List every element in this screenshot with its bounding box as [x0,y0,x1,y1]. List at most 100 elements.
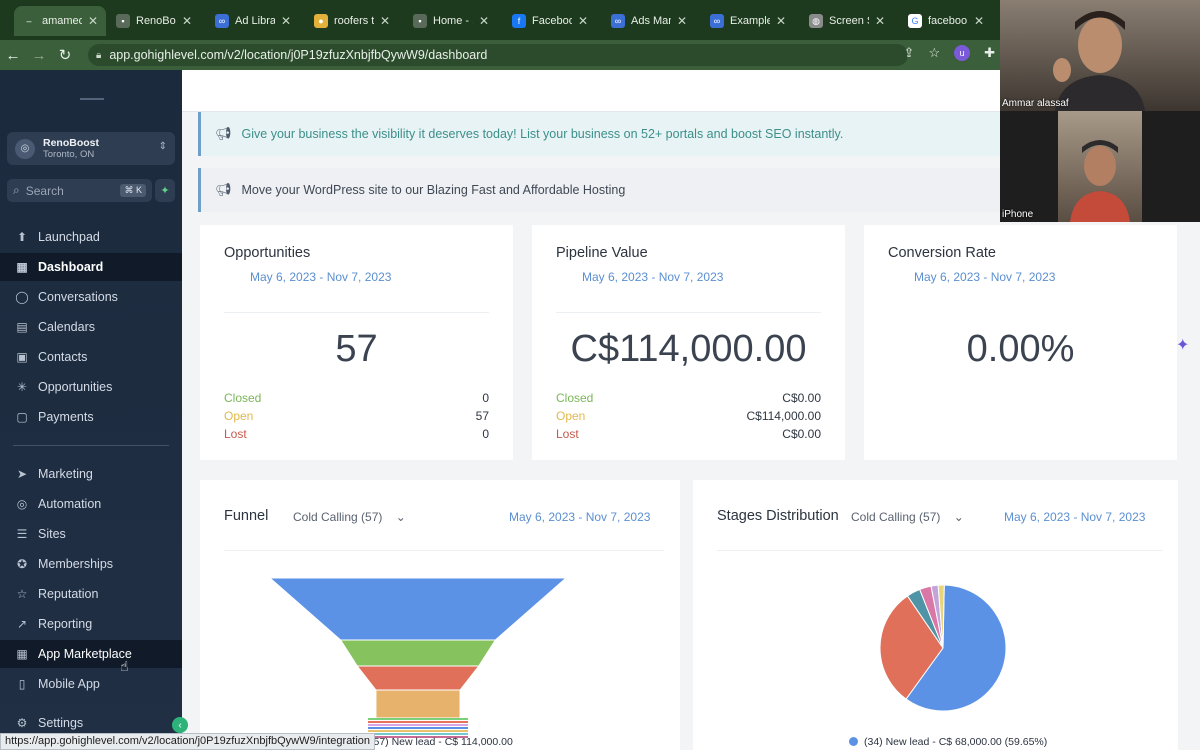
browser-tab[interactable]: ▪ Home - 1 ✕ [405,6,497,36]
puzzle-icon[interactable]: ✚ [984,45,995,61]
browser-tab-title: Ads Mana [631,15,671,27]
grid-icon: ▦ [16,260,28,274]
browser-tab-title: RenoBoo [136,15,176,27]
browser-tab[interactable]: ● roofers t ✕ [306,6,398,36]
sidebar-item-sites[interactable]: ☰ Sites [0,520,182,548]
sidebar-item-reporting[interactable]: ↗ Reporting [0,610,182,638]
extension-icon[interactable]: u [954,45,971,61]
video-frame [1058,111,1142,222]
receipt-icon: ▢ [16,410,28,424]
browser-tab[interactable]: Gfaceboo ✕ [900,6,992,36]
close-tab-icon[interactable]: ✕ [677,14,687,28]
quick-action-bolt-icon[interactable]: ✦ [155,179,175,202]
sidebar-item-automation[interactable]: ◎ Automation [0,490,182,518]
stat-value: 0 [482,391,489,405]
loading-icon: – [22,14,36,28]
card-divider [717,550,1162,551]
funnel-date-range[interactable]: May 6, 2023 - Nov 7, 2023 [509,510,650,524]
sidebar-item-launchpad[interactable]: ⬆ Launchpad [0,223,182,251]
sidebar-item-contacts[interactable]: ▣ Contacts [0,343,182,371]
sidebar-item-app-marketplace[interactable]: ▦ App Marketplace [0,640,182,668]
funnel-stage[interactable] [368,727,468,729]
pipeline-value-card: Pipeline Value May 6, 2023 - Nov 7, 2023… [532,225,845,460]
browser-tab[interactable]: – amamed ✕ [14,6,106,36]
sidebar-item-dashboard[interactable]: ▦ Dashboard [0,253,182,281]
bookmark-star-icon[interactable]: ☆ [928,45,940,61]
sidebar-item-payments[interactable]: ▢ Payments [0,403,182,431]
pipeline-dropdown[interactable]: Cold Calling (57) ⌄ [851,510,964,524]
stat-label: Lost [224,427,247,441]
conversion-rate-card: Conversion Rate May 6, 2023 - Nov 7, 202… [864,225,1177,460]
funnel-stage[interactable] [356,665,480,691]
browser-tab[interactable]: ∞ Ad Librar ✕ [207,6,299,36]
close-tab-icon[interactable]: ✕ [380,14,390,28]
sidebar-item-conversations[interactable]: ◯ Conversations [0,283,182,311]
search-input[interactable]: ⌕ Search ⌘ K [7,179,152,202]
funnel-stage[interactable] [368,730,468,732]
date-range[interactable]: May 6, 2023 - Nov 7, 2023 [250,270,391,284]
location-pin-icon: ◎ [15,138,35,159]
browser-tab[interactable]: ▪ RenoBoo ✕ [108,6,200,36]
funnel-stage[interactable] [368,733,468,735]
url-input[interactable]: 🔒︎ app.gohighlevel.com/v2/location/j0P19… [88,44,908,66]
sidebar-item-mobile-app[interactable]: ▯ Mobile App [0,670,182,698]
search-icon: ⌕ [13,183,20,197]
funnel-stage[interactable] [268,577,568,641]
account-switcher[interactable]: ◎ RenoBoost Toronto, ON ⇕ [7,132,175,165]
account-location: Toronto, ON [43,149,95,160]
stages-date-range[interactable]: May 6, 2023 - Nov 7, 2023 [1004,510,1145,524]
sidebar-item-marketing[interactable]: ➤ Marketing [0,460,182,488]
close-tab-icon[interactable]: ✕ [776,14,786,28]
funnel-stage[interactable] [368,718,468,720]
browser-tab[interactable]: ∞ Ads Mana ✕ [603,6,695,36]
chevron-updown-icon: ⇕ [158,141,167,152]
browser-tab[interactable]: ∞ Example ✕ [702,6,794,36]
close-tab-icon[interactable]: ✕ [281,14,291,28]
close-tab-icon[interactable]: ✕ [182,14,192,28]
funnel-stage[interactable] [368,721,468,723]
close-tab-icon[interactable]: ✕ [479,14,489,28]
pipeline-dropdown[interactable]: Cold Calling (57) ⌄ [293,510,406,524]
browser-tab[interactable]: f Faceboo ✕ [504,6,596,36]
sidebar-item-opportunities[interactable]: ✳ Opportunities [0,373,182,401]
ai-sparkle-icon[interactable]: ✦ [1176,335,1198,357]
funnel-stage[interactable] [368,724,468,726]
page-icon: ▪ [116,14,130,28]
date-range[interactable]: May 6, 2023 - Nov 7, 2023 [582,270,723,284]
funnel-legend-item: (57) New lead - C$ 114,000.00 [370,736,513,748]
stages-title: Stages Distribution [717,508,839,524]
stat-row-lost: Lost C$0.00 [556,427,821,444]
sidebar: ◎ RenoBoost Toronto, ON ⇕ ⌕ Search ⌘ K ✦… [0,70,188,750]
search-placeholder: Search [25,183,64,198]
sidebar-item-label: Automation [38,497,102,511]
forward-arrow-icon[interactable]: → [26,47,52,64]
sidebar-item-label: Mobile App [38,677,100,691]
share-icon[interactable]: ⇪ [904,45,915,61]
back-arrow-icon[interactable]: ← [0,47,26,64]
megaphone-icon: 📢︎ [215,182,232,197]
hosting-banner[interactable]: 📢︎ Move your WordPress site to our Blazi… [198,168,1003,212]
participant-name: Ammar alassaf [1002,98,1069,109]
close-tab-icon[interactable]: ✕ [875,14,885,28]
award-icon: ✪ [16,557,28,571]
seo-banner[interactable]: 📢︎ Give your business the visibility it … [198,112,1003,156]
stat-row-open: Open C$114,000.00 [556,409,821,426]
close-tab-icon[interactable]: ✕ [578,14,588,28]
meta-icon: ∞ [611,14,625,28]
browser-tab[interactable]: ◍ Screen S ✕ [801,6,893,36]
funnel-stage[interactable] [339,639,497,667]
card-divider [556,312,821,313]
funnel-stage[interactable] [375,689,461,719]
sidebar-item-reputation[interactable]: ☆ Reputation [0,580,182,608]
close-tab-icon[interactable]: ✕ [88,14,98,28]
stat-label: Open [224,409,254,423]
reload-icon[interactable]: ↻ [52,46,78,64]
date-range[interactable]: May 6, 2023 - Nov 7, 2023 [914,270,1055,284]
sidebar-item-calendars[interactable]: ▤ Calendars [0,313,182,341]
stat-label: Closed [224,391,262,405]
card-value: 57 [335,328,378,370]
browser-tab-title: roofers t [334,15,374,27]
sidebar-item-memberships[interactable]: ✪ Memberships [0,550,182,578]
close-tab-icon[interactable]: ✕ [974,14,984,28]
gear-icon: ⚙ [16,716,28,730]
